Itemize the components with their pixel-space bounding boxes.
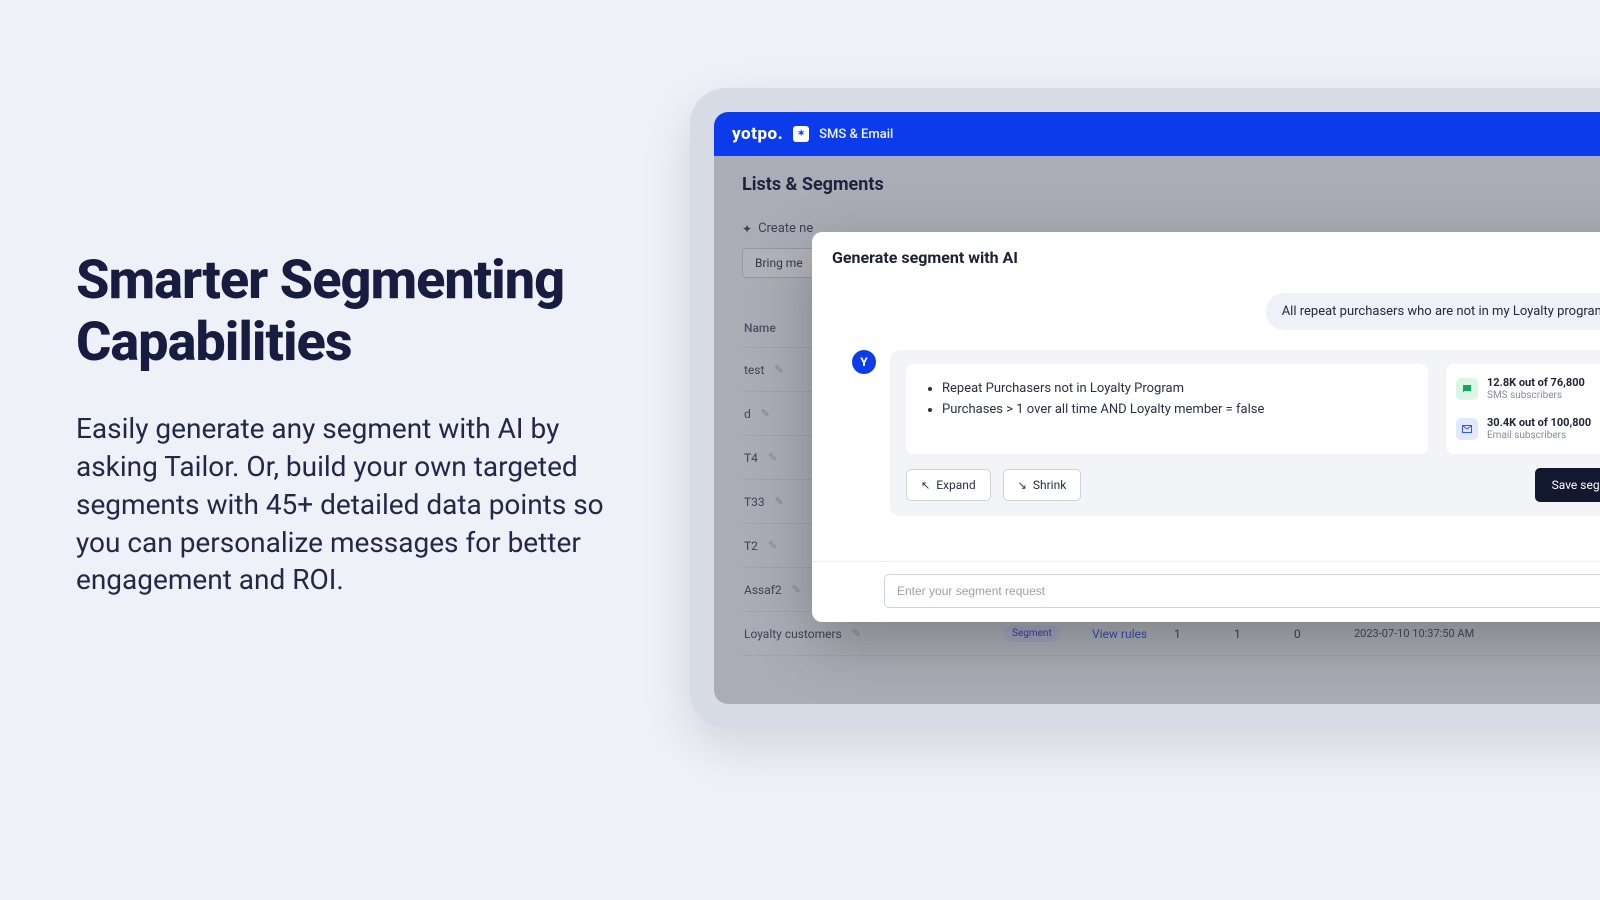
shrink-arrow-icon: ↘ (1018, 479, 1027, 492)
expand-button[interactable]: ↖ Expand (906, 469, 991, 501)
stat-sms-line2: SMS subscribers (1487, 390, 1595, 402)
app-header: yotpo. ✶ SMS & Email (714, 112, 1600, 156)
save-segment-button[interactable]: Save segment (1535, 468, 1600, 502)
marketing-headline: Smarter Segmenting Capabilities (76, 250, 636, 374)
stat-email-line2: Email subscribers (1487, 430, 1595, 442)
stat-sms-line1: 12.8K out of 76,800 (1487, 377, 1595, 390)
sms-icon (1456, 378, 1478, 400)
segment-stats: 12.8K out of 76,800 SMS subscribers (1446, 364, 1600, 454)
brand-logo: yotpo. (732, 124, 783, 144)
mail-icon (1456, 418, 1478, 440)
stat-email: 30.4K out of 100,800 Email subscribers (1456, 414, 1600, 444)
bot-avatar: Y (852, 350, 876, 374)
modal-title: Generate segment with AI (832, 248, 1018, 267)
stat-email-line1: 30.4K out of 100,800 (1487, 417, 1595, 430)
brand-badge-icon: ✶ (793, 126, 809, 142)
expand-arrow-icon: ↖ (921, 479, 930, 492)
user-message: All repeat purchasers who are not in my … (1266, 293, 1600, 330)
marketing-copy: Smarter Segmenting Capabilities Easily g… (76, 250, 636, 599)
stat-sms: 12.8K out of 76,800 SMS subscribers (1456, 374, 1600, 404)
shrink-button-label: Shrink (1033, 478, 1066, 492)
rule-item: Repeat Purchasers not in Loyalty Program (942, 380, 1410, 399)
modal-chat: All repeat purchasers who are not in my … (812, 277, 1600, 561)
marketing-body: Easily generate any segment with AI by a… (76, 410, 636, 599)
expand-button-label: Expand (936, 478, 975, 492)
segment-rules: Repeat Purchasers not in Loyalty Program… (906, 364, 1428, 454)
shrink-button[interactable]: ↘ Shrink (1003, 469, 1082, 501)
modal-input-row (812, 561, 1600, 622)
bot-response-card: Repeat Purchasers not in Loyalty Program… (890, 350, 1600, 516)
segment-request-input[interactable] (884, 574, 1600, 608)
app-screen: yotpo. ✶ SMS & Email Lists & Segments Cr… (714, 112, 1600, 704)
ai-segment-modal: Generate segment with AI ✕ All repeat pu… (812, 232, 1600, 622)
rule-item: Purchases > 1 over all time AND Loyalty … (942, 401, 1410, 420)
app-subtitle: SMS & Email (819, 127, 893, 142)
device-frame: yotpo. ✶ SMS & Email Lists & Segments Cr… (690, 88, 1600, 728)
